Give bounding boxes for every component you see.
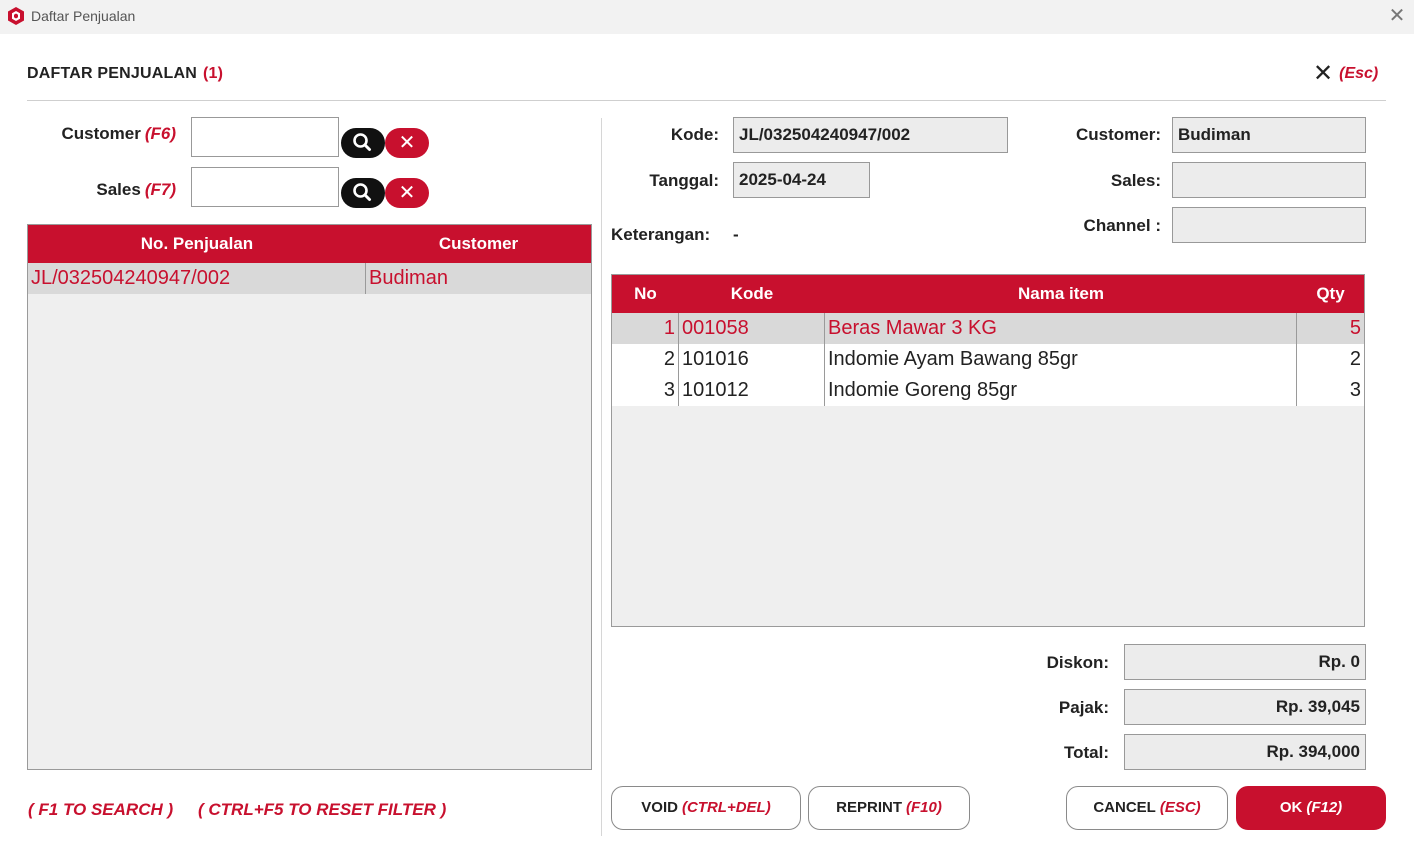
cancel-button-label: CANCEL [1093,799,1156,816]
cell-no-penjualan: JL/032504240947/002 [28,263,366,294]
sales-filter-label: Sales (F7) [30,180,176,200]
tanggal-field: 2025-04-24 [733,162,870,198]
cancel-shortcut: (ESC) [1159,799,1201,816]
dialog-title: DAFTAR PENJUALAN (1) [27,65,223,83]
table-row[interactable]: 3 101012 Indomie Goreng 85gr 3 [612,375,1364,406]
kode-label: Kode: [670,125,719,144]
column-header-nama-item[interactable]: Nama item [825,284,1297,304]
keterangan-label: Keterangan: [611,225,711,244]
app-logo-icon [8,7,24,25]
sales-filter-shortcut: (F7) [144,180,176,199]
customer-filter-label-text: Customer [61,124,141,143]
dialog-title-text: DAFTAR PENJUALAN [27,65,198,82]
sales-list-grid[interactable]: No. Penjualan Customer JL/032504240947/0… [27,224,592,770]
total-label: Total: [1063,743,1109,762]
column-header-kode[interactable]: Kode [679,284,825,304]
cell-kode: 101016 [679,344,825,375]
sales-filter-input[interactable] [191,167,339,207]
cell-kode: 101012 [679,375,825,406]
reprint-button[interactable]: REPRINT (F10) [808,786,970,830]
cell-no: 3 [612,375,679,406]
customer-filter-shortcut: (F6) [144,124,176,143]
clear-icon: ✕ [398,182,416,204]
column-header-qty[interactable]: Qty [1297,284,1364,304]
channel-field [1172,207,1366,243]
column-header-no-penjualan[interactable]: No. Penjualan [28,234,366,254]
sales-filter-label-text: Sales [96,180,141,199]
pajak-label: Pajak: [1058,698,1109,717]
window-close-icon[interactable]: ✕ [1386,4,1408,28]
header-divider [27,100,1386,101]
customer-search-button[interactable] [341,128,385,158]
customer-filter-input[interactable] [191,117,339,157]
void-button-label: VOID [641,799,678,816]
kode-field: JL/032504240947/002 [733,117,1008,153]
panel-divider [601,118,602,836]
void-button[interactable]: VOID (CTRL+DEL) [611,786,801,830]
search-icon [353,183,371,201]
tanggal-label: Tanggal: [649,171,719,190]
customer-field: Budiman [1172,117,1366,153]
void-shortcut: (CTRL+DEL) [681,799,771,816]
cancel-button[interactable]: CANCEL (ESC) [1066,786,1228,830]
close-shortcut: (Esc) [1339,65,1379,82]
clear-icon: ✕ [398,132,416,154]
customer-filter-label: Customer (F6) [30,124,176,144]
reset-filter-hint: ( CTRL+F5 TO RESET FILTER ) [198,800,447,819]
channel-label: Channel : [1083,216,1161,235]
dialog-close-button[interactable]: ✕ (Esc) [1313,60,1378,88]
column-header-no[interactable]: No [612,284,679,304]
cell-nama-item: Indomie Goreng 85gr [825,375,1297,406]
sales-label: Sales: [1110,171,1161,190]
items-grid[interactable]: No Kode Nama item Qty 1 001058 Beras Maw… [611,274,1365,627]
sales-field [1172,162,1366,198]
search-hint: ( F1 TO SEARCH ) [28,800,174,819]
cell-qty: 5 [1349,317,1361,339]
reprint-button-label: REPRINT [836,799,902,816]
cell-qty: 2 [1349,348,1361,370]
reprint-shortcut: (F10) [906,799,942,816]
total-field: Rp. 394,000 [1124,734,1366,770]
cell-nama-item: Beras Mawar 3 KG [825,313,1297,344]
cell-no: 1 [612,313,679,344]
sales-list-header: No. Penjualan Customer [28,225,591,263]
record-count: (1) [203,65,224,82]
diskon-label: Diskon: [1046,653,1109,672]
ok-shortcut: (F12) [1306,799,1343,816]
cell-customer: Budiman [369,267,448,289]
customer-clear-button[interactable]: ✕ [385,128,429,158]
sales-search-button[interactable] [341,178,385,208]
table-row[interactable]: JL/032504240947/002 Budiman [28,263,591,294]
sales-clear-button[interactable]: ✕ [385,178,429,208]
search-icon [353,133,371,151]
ok-button-label: OK [1279,799,1303,816]
pajak-field: Rp. 39,045 [1124,689,1366,725]
items-header: No Kode Nama item Qty [612,275,1364,313]
cell-no: 2 [612,344,679,375]
cell-qty: 3 [1349,379,1361,401]
diskon-field: Rp. 0 [1124,644,1366,680]
column-header-customer[interactable]: Customer [366,234,591,254]
window-titlebar: Daftar Penjualan ✕ [0,0,1414,34]
cell-kode: 001058 [679,313,825,344]
table-row[interactable]: 2 101016 Indomie Ayam Bawang 85gr 2 [612,344,1364,375]
customer-label: Customer: [1075,125,1161,144]
cell-nama-item: Indomie Ayam Bawang 85gr [825,344,1297,375]
table-row[interactable]: 1 001058 Beras Mawar 3 KG 5 [612,313,1364,344]
close-icon[interactable]: ✕ [1313,60,1333,88]
keterangan-value: - [733,225,739,244]
window-title: Daftar Penjualan [31,8,136,24]
ok-button[interactable]: OK (F12) [1236,786,1386,830]
